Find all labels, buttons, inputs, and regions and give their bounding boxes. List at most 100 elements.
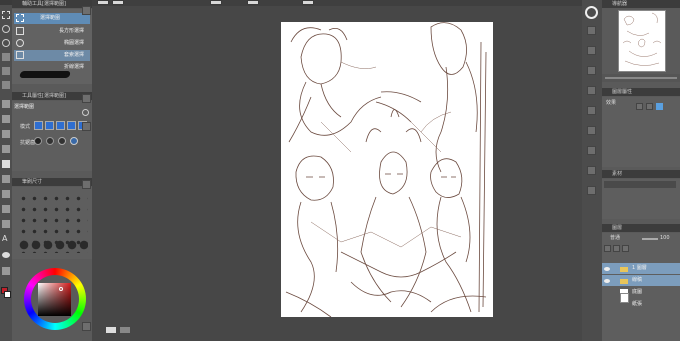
layer-row-3[interactable]: 底圖 [602, 287, 680, 298]
layer-panel: 普通 100 1 圖層 線稿 底圖 紙張 [602, 233, 680, 341]
tool-zoom-icon[interactable] [2, 39, 10, 47]
artwork-page[interactable] [281, 22, 493, 321]
mode-add-selection[interactable] [45, 121, 54, 130]
tool-airbrush-icon[interactable] [2, 130, 10, 138]
opacity-value[interactable]: 100 [660, 235, 670, 241]
left-panel-icon-column [82, 4, 92, 334]
material-icon-1[interactable] [587, 26, 596, 35]
tool-figure-icon[interactable] [2, 205, 10, 213]
tab-button-2[interactable] [112, 0, 124, 5]
effect-icon-2[interactable] [646, 103, 653, 110]
brush-size-grid[interactable] [12, 187, 92, 259]
folder-icon [620, 267, 628, 272]
subtool-header: 輔助工具[選擇範圍] [12, 0, 92, 8]
material-header: 素材 [602, 170, 680, 178]
tab-button-4[interactable] [247, 0, 259, 5]
material-icon-8[interactable] [587, 166, 596, 175]
subtool-icon-1 [16, 14, 24, 22]
blend-mode-select[interactable]: 普通 [610, 235, 638, 242]
tool-ruler-icon[interactable] [2, 220, 10, 228]
material-icon-5[interactable] [587, 106, 596, 115]
status-icon-2[interactable] [120, 327, 130, 333]
tool-move-icon[interactable] [2, 53, 10, 61]
panel-icon-4[interactable] [82, 180, 91, 189]
tab-button-3[interactable] [210, 0, 222, 5]
eye-icon[interactable] [604, 267, 610, 271]
zoom-slider[interactable] [605, 77, 677, 79]
material-search-field[interactable] [604, 181, 676, 188]
tool-property-panel: 選擇範圍 模式 抗鋸齒 [12, 101, 92, 171]
material-icon-7[interactable] [587, 146, 596, 155]
navigator-thumbnail [622, 12, 662, 66]
canvas-area[interactable] [92, 6, 582, 321]
subtool-item-select-range[interactable]: 選擇範圍 [14, 13, 90, 24]
saturation-value-square[interactable] [38, 283, 71, 316]
subtool-icon-3 [16, 39, 24, 47]
aa-option-2[interactable] [46, 137, 54, 145]
panel-icon-2[interactable] [82, 94, 91, 103]
tool-blend-icon[interactable] [2, 145, 10, 153]
tab-button-1[interactable] [97, 0, 109, 5]
search-icon[interactable] [585, 6, 598, 19]
tool-pencil-icon[interactable] [2, 100, 10, 108]
tool-text-icon[interactable]: A [2, 235, 10, 243]
mode-subtract-selection[interactable] [56, 121, 65, 130]
tab-button-5[interactable] [302, 0, 314, 5]
tool-balloon-icon[interactable] [2, 252, 10, 258]
tool-pen-icon[interactable] [2, 81, 10, 89]
opacity-slider[interactable] [642, 238, 658, 240]
material-icon-6[interactable] [587, 126, 596, 135]
mode-intersect-selection[interactable] [67, 121, 76, 130]
tool-eraser-icon[interactable] [2, 160, 10, 168]
sub-color-swatch[interactable] [4, 291, 11, 298]
layer-row-2[interactable]: 線稿 [602, 275, 680, 286]
subtool-list: 選擇範圍 長方形選擇 橢圓選擇 套索選擇 折線選擇 [12, 9, 92, 84]
layer-property-header: 圖層屬性 [602, 88, 680, 96]
panel-icon-1[interactable] [82, 6, 91, 15]
subtool-icon-2 [16, 27, 24, 35]
layer-tool-icon-1[interactable] [604, 245, 611, 252]
tool-fill-icon[interactable] [2, 175, 10, 183]
brush-size-large-row[interactable] [18, 239, 88, 251]
subtool-icon-4 [16, 51, 24, 59]
status-icon-1[interactable] [106, 327, 116, 333]
panel-icon-3[interactable] [82, 122, 91, 131]
subtool-item-lasso[interactable]: 套索選擇 [14, 50, 90, 61]
tool-property-header: 工具屬性[選擇範圍] [12, 92, 92, 100]
left-panel: 輔助工具[選擇範圍] 選擇範圍 長方形選擇 橢圓選擇 套索選擇 折線選擇 工具屬… [12, 0, 92, 341]
layer-row-1[interactable]: 1 圖層 [602, 263, 680, 274]
paper-thumbnail [620, 293, 629, 303]
aa-option-3[interactable] [58, 137, 66, 145]
eye-icon[interactable] [604, 279, 610, 283]
subtool-item-ellipse[interactable]: 橢圓選擇 [14, 38, 90, 49]
material-icon-9[interactable] [587, 186, 596, 195]
effect-label: 效果 [606, 100, 617, 106]
layer-tool-icon-3[interactable] [622, 245, 629, 252]
tool-correct-line-icon[interactable] [2, 267, 10, 275]
effect-icon-1[interactable] [636, 103, 643, 110]
tool-brush-icon[interactable] [2, 115, 10, 123]
aa-option-1[interactable] [34, 137, 42, 145]
material-icon-3[interactable] [587, 66, 596, 75]
navigator-preview[interactable] [618, 10, 666, 72]
mode-label: 模式 [20, 124, 31, 130]
material-icon-4[interactable] [587, 86, 596, 95]
tool-lasso-icon[interactable] [2, 25, 10, 33]
mode-new-selection[interactable] [34, 121, 43, 130]
navigator-controls [602, 74, 680, 82]
subtool-item-rect[interactable]: 長方形選擇 [14, 26, 90, 37]
color-picker-handle[interactable] [59, 287, 63, 291]
tool-eyedropper-icon[interactable] [2, 67, 10, 75]
layer-row-4[interactable]: 紙張 [602, 299, 680, 310]
navigator-header: 導航器 [602, 0, 680, 8]
aa-option-4[interactable] [70, 137, 78, 145]
line-art-illustration [285, 22, 487, 318]
right-icon-column [582, 0, 602, 341]
material-icon-2[interactable] [587, 46, 596, 55]
tool-select-icon[interactable] [2, 11, 10, 19]
tool-gradient-icon[interactable] [2, 190, 10, 198]
effect-icon-3[interactable] [656, 103, 663, 110]
layer-tool-icon-2[interactable] [613, 245, 620, 252]
status-bar [92, 317, 582, 341]
panel-icon-5[interactable] [82, 322, 91, 331]
